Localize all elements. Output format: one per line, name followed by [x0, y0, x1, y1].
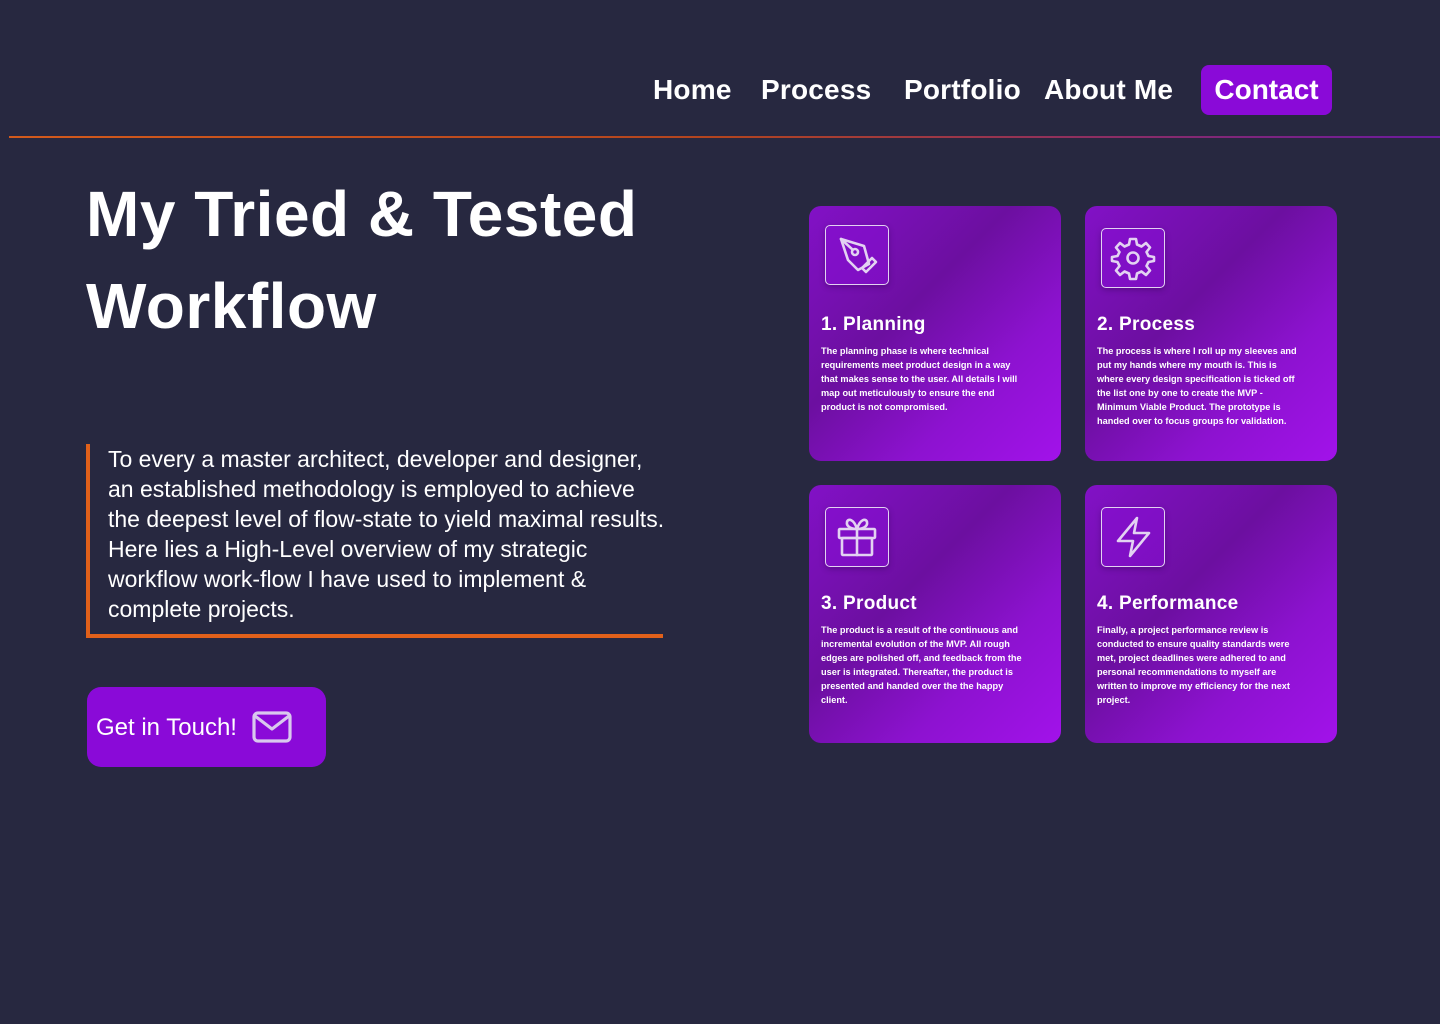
page: Home Process Portfolio About Me Contact … [0, 0, 1440, 1024]
mail-icon[interactable] [251, 710, 293, 744]
nav-link-portfolio[interactable]: Portfolio [904, 72, 1021, 108]
nav-divider [9, 136, 1440, 138]
card-description: The process is where I roll up my sleeve… [1097, 346, 1297, 426]
gift-icon [837, 518, 877, 557]
card-description: The product is a result of the continuou… [821, 625, 1022, 705]
top-navigation: Home Process Portfolio About Me Contact [0, 0, 1440, 138]
card-icon-container [825, 507, 889, 567]
gear-icon [1110, 237, 1156, 281]
intro-paragraph: To every a master architect, developer a… [108, 446, 665, 622]
nav-link-home[interactable]: Home [653, 72, 732, 108]
workflow-card-product: 3. Product The product is a result of th… [809, 485, 1061, 743]
page-title-line-1: My Tried & Tested [86, 178, 638, 250]
card-title: 4. Performance [1097, 593, 1239, 614]
card-title: 1. Planning [821, 314, 926, 335]
lightning-icon [1116, 516, 1151, 558]
page-title: My Tried & Tested Workflow [86, 168, 726, 352]
workflow-card-planning: 1. Planning The planning phase is where … [809, 206, 1061, 461]
card-title: 2. Process [1097, 314, 1196, 335]
workflow-card-process: 2. Process The process is where I roll u… [1085, 206, 1337, 461]
workflow-card-performance: 4. Performance Finally, a project perfor… [1085, 485, 1337, 743]
card-description: The planning phase is where technical re… [821, 346, 1018, 412]
page-title-line-2: Workflow [86, 270, 377, 342]
contact-button[interactable]: Contact [1201, 65, 1332, 115]
intro-quote-block: To every a master architect, developer a… [86, 444, 664, 638]
nav-link-about-me[interactable]: About Me [1044, 72, 1173, 108]
card-icon-container [1101, 228, 1165, 288]
card-title: 3. Product [821, 593, 917, 614]
get-in-touch-label: Get in Touch! [96, 714, 237, 741]
card-icon-container [1101, 507, 1165, 567]
pen-tool-icon [839, 237, 878, 274]
card-description: Finally, a project performance review is… [1097, 625, 1290, 705]
card-icon-container [825, 225, 889, 285]
nav-link-process[interactable]: Process [761, 72, 871, 108]
